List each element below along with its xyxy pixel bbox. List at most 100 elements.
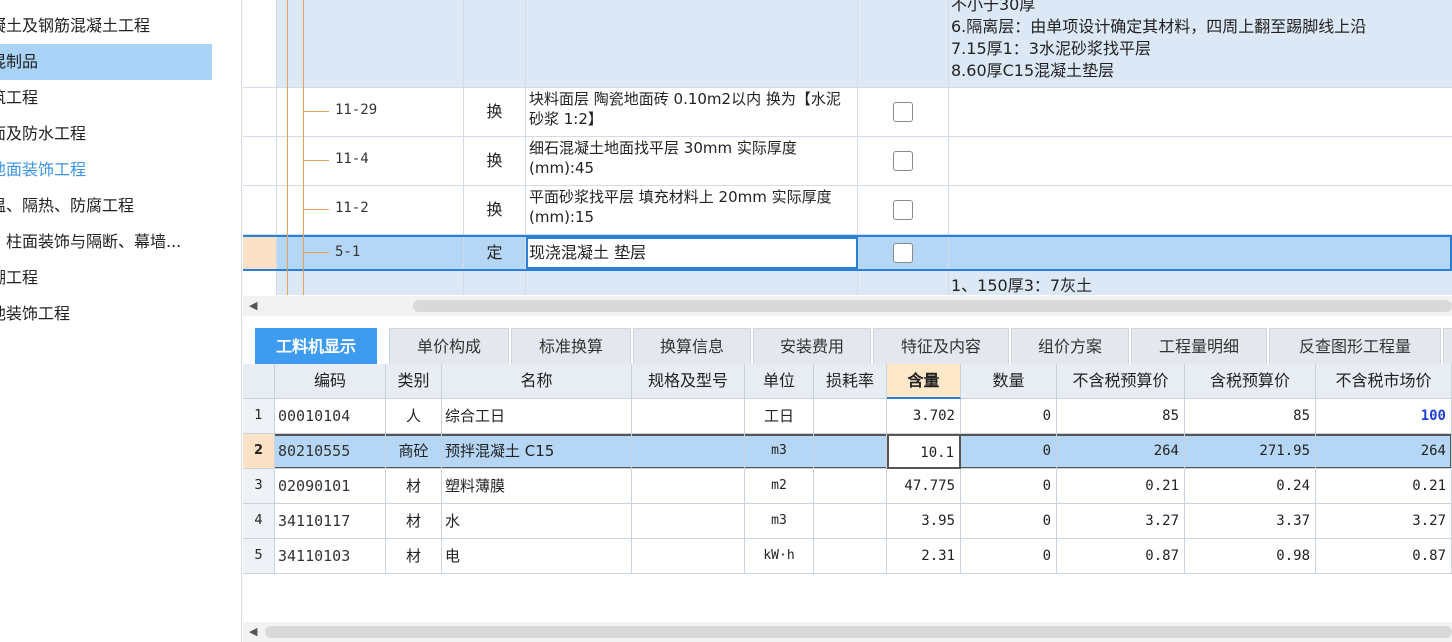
cell-loss-rate[interactable] — [814, 469, 887, 504]
cell-budget-inc-tax[interactable]: 0.98 — [1185, 539, 1316, 574]
cell-loss-rate[interactable] — [814, 434, 887, 469]
tree-item-partial[interactable] — [0, 0, 212, 8]
tree-item-wall-column[interactable]: 、柱面装饰与隔断、幕墙... — [0, 224, 212, 260]
row-name-editor[interactable]: 现浇混凝土 垫层 — [526, 237, 858, 269]
upper-horizontal-scrollbar[interactable]: ◀ — [243, 296, 1452, 316]
cell-code[interactable]: 00010104 — [275, 399, 386, 434]
cell-code[interactable]: 02090101 — [275, 469, 386, 504]
tab-unit-price-composition[interactable]: 单价构成 — [389, 328, 509, 364]
cell-name[interactable]: 电 — [442, 539, 632, 574]
tab-features-content[interactable]: 特征及内容 — [873, 328, 1009, 364]
cell-budget-ex-tax[interactable]: 0.87 — [1057, 539, 1185, 574]
cell-code[interactable]: 34110117 — [275, 504, 386, 539]
grid-row-next[interactable]: 1、150厚3：7灰土 — [243, 271, 1452, 295]
cell-unit[interactable]: kW·h — [745, 539, 814, 574]
cell-unit[interactable]: 工日 — [745, 399, 814, 434]
cell-name[interactable]: 预拌混凝土 C15 — [442, 434, 632, 469]
cell-market-ex-tax[interactable]: 264 — [1316, 434, 1452, 469]
cell-quantity[interactable]: 0 — [961, 539, 1057, 574]
cell-market-ex-tax[interactable]: 100 — [1316, 399, 1452, 434]
grid-row-parent[interactable]: 不小于30厚 6.隔离层：由单项设计确定其材料，四周上翻至踢脚线上沿 7.15厚… — [243, 0, 1452, 88]
tree-item-precast-selected[interactable]: 混制品 — [0, 44, 212, 80]
cell-content[interactable]: 3.702 — [887, 399, 961, 434]
cell-budget-ex-tax[interactable]: 264 — [1057, 434, 1185, 469]
tab-overflow[interactable] — [1443, 328, 1452, 364]
cell-name[interactable]: 综合工日 — [442, 399, 632, 434]
tab-labor-material-machine[interactable]: 工料机显示 — [255, 328, 377, 364]
cell-name[interactable]: 水 — [442, 504, 632, 539]
cell-market-ex-tax[interactable]: 0.87 — [1316, 539, 1452, 574]
row-checkbox[interactable] — [893, 243, 913, 263]
column-header-budget-inc-tax[interactable]: 含税预算价 — [1185, 364, 1316, 399]
row-checkbox[interactable] — [893, 102, 913, 122]
tab-quantity-detail[interactable]: 工程量明细 — [1131, 328, 1267, 364]
cell-category[interactable]: 材 — [386, 504, 442, 539]
cell-market-ex-tax[interactable]: 0.21 — [1316, 469, 1452, 504]
cell-spec[interactable] — [632, 539, 745, 574]
cell-budget-ex-tax[interactable]: 85 — [1057, 399, 1185, 434]
table-row-selected[interactable]: 2 80210555 商砼 预拌混凝土 C15 m3 10.1 0 264 27… — [243, 434, 1452, 469]
tree-item-concrete[interactable]: 凝土及钢筋混凝土工程 — [0, 8, 212, 44]
cell-category[interactable]: 材 — [386, 469, 442, 504]
cell-content[interactable]: 47.775 — [887, 469, 961, 504]
table-row[interactable]: 3 02090101 材 塑料薄膜 m2 47.775 0 0.21 0.24 … — [243, 469, 1452, 504]
table-row[interactable]: 1 00010104 人 综合工日 工日 3.702 0 85 85 100 — [243, 399, 1452, 434]
cell-market-ex-tax[interactable]: 3.27 — [1316, 504, 1452, 539]
cell-content[interactable]: 2.31 — [887, 539, 961, 574]
cell-spec[interactable] — [632, 469, 745, 504]
cell-budget-ex-tax[interactable]: 3.27 — [1057, 504, 1185, 539]
grid-row[interactable]: 11-4 换 细石混凝土地面找平层 30mm 实际厚度(mm):45 — [243, 137, 1452, 186]
column-header-category[interactable]: 类别 — [386, 364, 442, 399]
tree-item-roof-waterproof[interactable]: 面及防水工程 — [0, 116, 212, 152]
scrollbar-thumb[interactable] — [413, 300, 1452, 312]
cell-spec[interactable] — [632, 399, 745, 434]
cell-category[interactable]: 商砼 — [386, 434, 442, 469]
tree-item-masonry[interactable]: 筑工程 — [0, 80, 212, 116]
scroll-left-arrow-icon[interactable]: ◀ — [249, 299, 257, 312]
column-header-budget-ex-tax[interactable]: 不含税预算价 — [1057, 364, 1185, 399]
cell-spec[interactable] — [632, 434, 745, 469]
column-header-name[interactable]: 名称 — [442, 364, 632, 399]
cell-quantity[interactable]: 0 — [961, 434, 1057, 469]
cell-quantity[interactable]: 0 — [961, 399, 1057, 434]
table-row[interactable]: 5 34110103 材 电 kW·h 2.31 0 0.87 0.98 0.8… — [243, 539, 1452, 574]
cell-code[interactable]: 34110103 — [275, 539, 386, 574]
row-checkbox[interactable] — [893, 200, 913, 220]
tab-conversion-info[interactable]: 换算信息 — [633, 328, 751, 364]
cell-quantity[interactable]: 0 — [961, 504, 1057, 539]
row-checkbox[interactable] — [893, 151, 913, 171]
column-header-market-ex-tax[interactable]: 不含税市场价 — [1316, 364, 1452, 399]
tab-reverse-check-quantity[interactable]: 反查图形工程量 — [1269, 328, 1441, 364]
tree-item-ceiling[interactable]: 棚工程 — [0, 260, 212, 296]
cell-budget-inc-tax[interactable]: 85 — [1185, 399, 1316, 434]
tree-item-insulation[interactable]: 温、隔热、防腐工程 — [0, 188, 212, 224]
cell-budget-ex-tax[interactable]: 0.21 — [1057, 469, 1185, 504]
grid-row[interactable]: 11-2 换 平面砂浆找平层 填充材料上 20mm 实际厚度(mm):15 — [243, 186, 1452, 235]
tab-pricing-scheme[interactable]: 组价方案 — [1011, 328, 1129, 364]
cell-quantity[interactable]: 0 — [961, 469, 1057, 504]
cell-loss-rate[interactable] — [814, 504, 887, 539]
lower-horizontal-scrollbar[interactable]: ◀ — [243, 622, 1452, 642]
grid-row[interactable]: 11-29 换 块料面层 陶瓷地面砖 0.10m2以内 换为【水泥砂浆 1:2】 — [243, 88, 1452, 137]
table-row[interactable]: 4 34110117 材 水 m3 3.95 0 3.27 3.37 3.27 — [243, 504, 1452, 539]
tree-item-other-decoration[interactable]: 他装饰工程 — [0, 296, 212, 332]
column-header-code[interactable]: 编码 — [275, 364, 386, 399]
cell-unit[interactable]: m3 — [745, 504, 814, 539]
tree-item-floor-decoration[interactable]: 地面装饰工程 — [0, 152, 212, 188]
cell-unit[interactable]: m3 — [745, 434, 814, 469]
cell-budget-inc-tax[interactable]: 0.24 — [1185, 469, 1316, 504]
tab-install-fee[interactable]: 安装费用 — [753, 328, 871, 364]
cell-code[interactable]: 80210555 — [275, 434, 386, 469]
column-header-loss-rate[interactable]: 损耗率 — [814, 364, 887, 399]
scroll-left-arrow-icon[interactable]: ◀ — [249, 625, 257, 638]
cell-unit[interactable]: m2 — [745, 469, 814, 504]
cell-budget-inc-tax[interactable]: 3.37 — [1185, 504, 1316, 539]
column-header-quantity[interactable]: 数量 — [961, 364, 1057, 399]
column-header-unit[interactable]: 单位 — [745, 364, 814, 399]
column-header-content[interactable]: 含量 — [887, 364, 961, 399]
cell-loss-rate[interactable] — [814, 539, 887, 574]
tab-standard-conversion[interactable]: 标准换算 — [511, 328, 631, 364]
cell-budget-inc-tax[interactable]: 271.95 — [1185, 434, 1316, 469]
cell-name[interactable]: 塑料薄膜 — [442, 469, 632, 504]
cell-category[interactable]: 人 — [386, 399, 442, 434]
